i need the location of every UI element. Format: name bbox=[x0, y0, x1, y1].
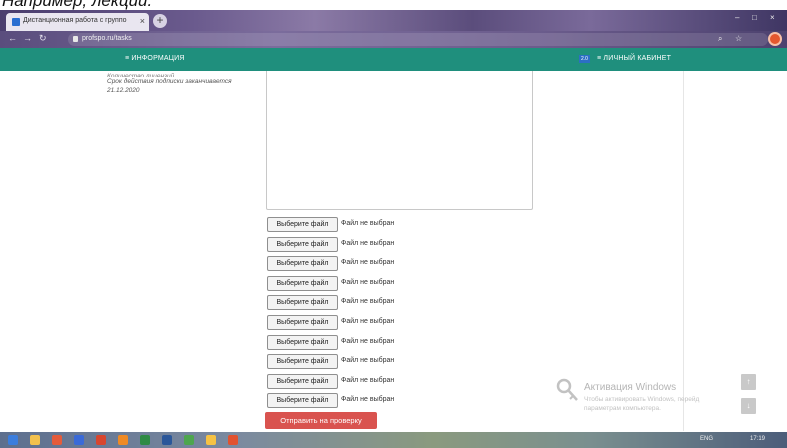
browser-toolbar: ← → ↻ profspo.ru/tasks ⌕ ☆ bbox=[0, 31, 787, 48]
file-status-text: Файл не выбран bbox=[341, 357, 395, 365]
scroll-down-button[interactable]: ↓ bbox=[741, 398, 756, 414]
info-menu-link[interactable]: ≡ ИНФОРМАЦИЯ bbox=[125, 55, 185, 62]
choose-file-button[interactable]: Выберите файл bbox=[267, 236, 338, 252]
forward-arrow-icon[interactable]: → bbox=[23, 33, 32, 43]
choose-file-button[interactable]: Выберите файл bbox=[267, 334, 338, 350]
file-status-text: Файл не выбран bbox=[341, 259, 395, 267]
cabinet-menu-link[interactable]: ≡ ЛИЧНЫЙ КАБИНЕТ bbox=[597, 55, 671, 62]
subscription-expiry-label: Срок действия подписки заканчивается bbox=[107, 78, 232, 85]
new-tab-button[interactable]: + bbox=[153, 14, 167, 28]
file-status-text: Файл не выбран bbox=[341, 278, 395, 286]
tab-close-icon[interactable]: × bbox=[140, 16, 145, 26]
caption: Например, лекции. bbox=[0, 0, 787, 10]
file-status-text: Файл не выбран bbox=[341, 337, 395, 345]
choose-file-button[interactable]: Выберите файл bbox=[267, 315, 338, 330]
pdf-icon[interactable] bbox=[96, 435, 106, 445]
choose-file-button[interactable]: Выберите файл bbox=[267, 373, 338, 389]
back-arrow-icon[interactable]: ← bbox=[8, 33, 17, 43]
watermark-title: Активация Windows bbox=[584, 382, 677, 393]
caption-text: Например, лекции. bbox=[2, 0, 153, 10]
choose-file-button[interactable]: Выберите файл bbox=[267, 354, 338, 370]
subscription-expiry-date: 21.12.2020 bbox=[107, 87, 140, 94]
address-bar[interactable]: profspo.ru/tasks ⌕ ☆ bbox=[68, 32, 782, 46]
choose-file-button[interactable]: Выберите файл bbox=[267, 217, 338, 232]
windows-key-icon bbox=[556, 378, 578, 401]
file-status-text: Файл не выбран bbox=[341, 376, 395, 384]
app-icon[interactable] bbox=[52, 435, 62, 445]
reload-icon[interactable]: ↻ bbox=[39, 33, 47, 44]
maximize-button[interactable]: □ bbox=[752, 13, 757, 22]
taskbar: ENG 17:19 bbox=[0, 432, 787, 448]
language-indicator[interactable]: ENG bbox=[700, 436, 713, 442]
app-icon[interactable] bbox=[118, 435, 128, 445]
search-icon[interactable]: ⌕ bbox=[718, 34, 722, 44]
watermark-line: Чтобы активировать Windows, перейд bbox=[584, 396, 700, 403]
site-header: ≡ ИНФОРМАЦИЯ 2.0 ≡ ЛИЧНЫЙ КАБИНЕТ bbox=[0, 48, 787, 71]
profile-avatar-icon[interactable] bbox=[768, 32, 782, 46]
subscription-info: Количество лицензий Срок действия подпис… bbox=[107, 72, 257, 95]
folder-icon[interactable] bbox=[206, 435, 216, 445]
browser-tab-bar: Дистанционная работа с группо × + – □ × bbox=[0, 10, 787, 31]
choose-file-button[interactable]: Выберите файл bbox=[267, 256, 338, 272]
url-text: profspo.ru/tasks bbox=[82, 35, 132, 42]
answer-textarea[interactable] bbox=[266, 71, 533, 210]
version-badge: 2.0 bbox=[579, 55, 590, 63]
choose-file-button[interactable]: Выберите файл bbox=[267, 393, 338, 409]
file-status-text: Файл не выбран bbox=[341, 318, 395, 325]
app-icon[interactable] bbox=[162, 435, 172, 445]
choose-file-button[interactable]: Выберите файл bbox=[267, 275, 338, 291]
minimize-button[interactable]: – bbox=[735, 13, 739, 22]
tab-title: Дистанционная работа с группо bbox=[23, 17, 127, 24]
file-status-text: Файл не выбран bbox=[341, 220, 395, 227]
windows-activation-watermark: Активация Windows Чтобы активировать Win… bbox=[556, 378, 716, 428]
app-icon[interactable] bbox=[184, 435, 194, 445]
file-status-text: Файл не выбран bbox=[341, 396, 395, 404]
divider bbox=[683, 71, 684, 431]
explorer-icon[interactable] bbox=[30, 435, 40, 445]
browser-tab[interactable]: Дистанционная работа с группо × bbox=[6, 13, 149, 31]
chrome-icon[interactable] bbox=[140, 435, 150, 445]
app-icon[interactable] bbox=[228, 435, 238, 445]
scroll-up-button[interactable]: ↑ bbox=[741, 374, 756, 390]
lock-icon bbox=[73, 36, 78, 42]
star-icon[interactable]: ☆ bbox=[735, 34, 742, 43]
submit-for-review-button[interactable]: Отправить на проверку bbox=[265, 412, 377, 429]
start-icon[interactable] bbox=[8, 435, 18, 445]
watermark-line: параметрам компьютера. bbox=[584, 405, 661, 412]
close-window-button[interactable]: × bbox=[770, 13, 775, 22]
clock[interactable]: 17:19 bbox=[750, 436, 765, 442]
file-status-text: Файл не выбран bbox=[341, 239, 395, 247]
word-icon[interactable] bbox=[74, 435, 84, 445]
favicon-icon bbox=[12, 18, 20, 26]
choose-file-button[interactable]: Выберите файл bbox=[267, 295, 338, 311]
file-status-text: Файл не выбран bbox=[341, 298, 395, 306]
